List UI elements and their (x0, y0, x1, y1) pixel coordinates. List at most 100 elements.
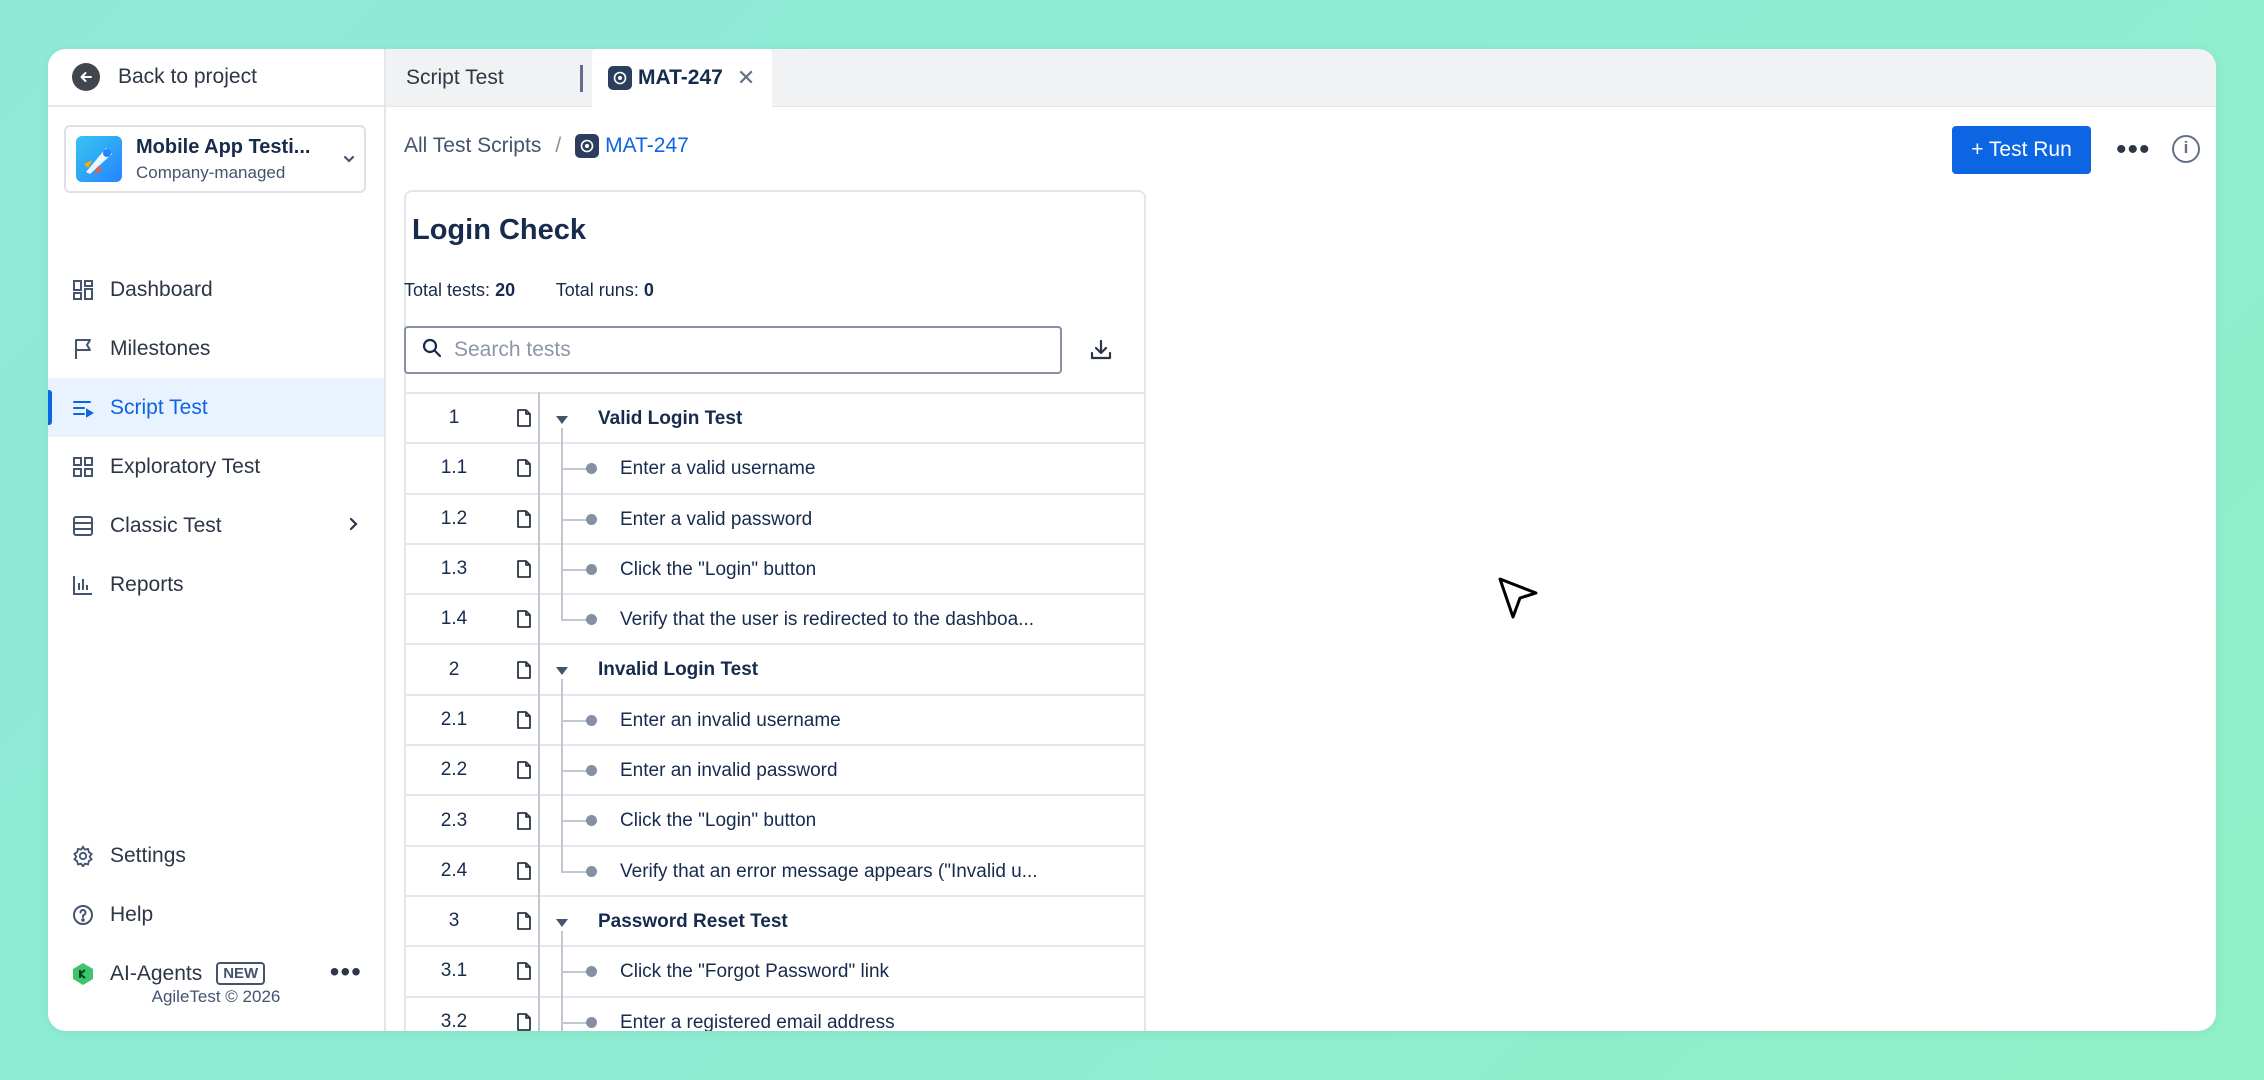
search-input[interactable] (454, 338, 1014, 362)
tree-branch (561, 619, 587, 622)
caret-down-icon[interactable] (556, 918, 568, 927)
search-icon (422, 338, 442, 363)
breadcrumb: All Test Scripts / MAT-247 (404, 134, 689, 158)
tree-line (561, 844, 563, 873)
arrow-left-icon (72, 63, 100, 91)
more-actions-icon[interactable]: ••• (2116, 133, 2151, 167)
test-step-row[interactable]: 2.3 Click the "Login" button (404, 794, 1144, 847)
more-options-icon[interactable]: ••• (330, 958, 362, 986)
sidebar-bottom: Settings Help AI-Agents NEW ••• (48, 826, 384, 1003)
sidebar-item-milestones[interactable]: Milestones (48, 319, 384, 378)
mouse-cursor-icon (1498, 577, 1540, 626)
sidebar-item-reports[interactable]: Reports (48, 555, 384, 614)
test-group-row[interactable]: 2 Invalid Login Test (404, 643, 1144, 698)
new-badge: NEW (216, 962, 266, 985)
breadcrumb-root[interactable]: All Test Scripts (404, 134, 541, 158)
sidebar-nav: Dashboard Milestones Script Test Explora… (48, 260, 384, 614)
caret-down-icon[interactable] (556, 667, 568, 676)
test-script-icon (575, 134, 600, 158)
row-number: 2.3 (440, 809, 468, 831)
info-icon[interactable]: i (2172, 135, 2200, 163)
tree-branch (561, 770, 587, 773)
help-icon (70, 902, 96, 928)
test-step-row[interactable]: 3.2 Enter a registered email address (404, 995, 1144, 1031)
project-type: Company-managed (136, 162, 286, 182)
test-step-row[interactable]: 2.2 Enter an invalid password (404, 744, 1144, 797)
row-number: 1.3 (440, 558, 468, 580)
ai-agents-label: AI-Agents (110, 961, 203, 985)
tree-divider (538, 693, 540, 745)
step-text: Enter a registered email address (620, 1011, 895, 1031)
app-window: Back to project Mobile App Testi... Comp… (48, 49, 2216, 1031)
project-switcher[interactable]: Mobile App Testi... Company-managed (64, 125, 366, 193)
test-step-row[interactable]: 2.1 Enter an invalid username (404, 693, 1144, 746)
sidebar-item-settings[interactable]: Settings (48, 826, 384, 885)
flag-icon (70, 336, 96, 362)
test-step-row[interactable]: 1.4 Verify that the user is redirected to… (404, 593, 1144, 644)
group-title: Password Reset Test (598, 910, 788, 932)
row-number: 3 (448, 910, 460, 932)
step-text: Enter an invalid password (620, 760, 838, 782)
chevron-right-icon (346, 515, 360, 539)
sidebar-item-dashboard[interactable]: Dashboard (48, 260, 384, 319)
tree-divider (538, 995, 540, 1031)
test-group-row[interactable]: 3 Password Reset Test (404, 894, 1144, 949)
tree-divider (538, 392, 540, 443)
test-steps-list: 1 Valid Login Test 1.1 Enter a valid userna… (404, 392, 1144, 1031)
step-text: Verify that the user is redirected to th… (620, 609, 1035, 631)
sidebar-item-exploratory-test[interactable]: Exploratory Test (48, 437, 384, 496)
test-step-row[interactable]: 2.4 Verify that an error message appears … (404, 844, 1144, 895)
sidebar-item-classic-test[interactable]: Classic Test (48, 496, 384, 555)
script-list-icon (70, 395, 96, 421)
caret-down-icon[interactable] (556, 416, 568, 424)
step-text: Verify that an error message appears ("I… (620, 860, 1038, 882)
test-step-row[interactable]: 3.1 Click the "Forgot Password" link (404, 945, 1144, 998)
breadcrumb-current[interactable]: MAT-247 (605, 134, 689, 158)
project-name: Mobile App Testi... (136, 135, 311, 158)
download-icon[interactable] (1086, 335, 1116, 365)
sidebar-item-label: Dashboard (110, 277, 213, 301)
row-number: 2.4 (440, 859, 468, 881)
step-bullet (586, 513, 597, 525)
footer-copyright: AgileTest © 2026 (151, 987, 281, 1006)
test-step-row[interactable]: 1.1 Enter a valid username (404, 442, 1144, 495)
project-logo-icon (76, 136, 122, 182)
sidebar-item-script-test[interactable]: Script Test (48, 378, 384, 437)
tree-divider (538, 442, 540, 493)
test-step-row[interactable]: 1.3 Click the "Login" button (404, 542, 1144, 595)
grid-icon (70, 454, 96, 480)
table-icon (70, 513, 96, 539)
tree-line (561, 995, 563, 1031)
bar-chart-icon (70, 572, 96, 598)
tree-branch (561, 568, 587, 571)
row-number: 3.1 (440, 960, 468, 982)
test-script-icon (608, 66, 632, 90)
step-bullet (586, 966, 597, 978)
step-text: Enter a valid password (620, 508, 813, 530)
back-to-project-button[interactable]: Back to project (48, 49, 384, 107)
test-run-button[interactable]: + Test Run (1952, 126, 2091, 174)
total-runs-value: 0 (643, 280, 654, 300)
tree-branch (561, 518, 587, 521)
step-text: Enter an invalid username (620, 709, 841, 731)
row-number: 1.1 (440, 457, 468, 479)
sidebar-item-help[interactable]: Help (48, 885, 384, 944)
step-bullet (586, 815, 597, 827)
tab-script-test[interactable]: Script Test (406, 49, 504, 107)
tab-label: MAT-247 (638, 66, 723, 89)
test-script-panel-content: Login Check Total tests: 20 Total runs: … (404, 190, 1146, 1031)
tab-mat-247[interactable]: MAT-247 ✕ (592, 49, 772, 107)
total-runs-label: Total runs: (555, 280, 639, 300)
group-title: Invalid Login Test (598, 659, 759, 681)
search-field[interactable] (404, 326, 1062, 374)
tree-branch (561, 468, 587, 471)
step-bullet (586, 614, 597, 626)
tree-divider (538, 593, 540, 644)
test-step-row[interactable]: 1.2 Enter a valid password (404, 492, 1144, 545)
tree-branch (561, 719, 587, 722)
test-group-row[interactable]: 1 Valid Login Test (404, 392, 1144, 446)
sidebar-item-label: Script Test (110, 395, 208, 419)
close-icon[interactable]: ✕ (737, 65, 755, 91)
settings-label: Settings (110, 843, 186, 867)
total-tests-label: Total tests: (404, 280, 491, 300)
